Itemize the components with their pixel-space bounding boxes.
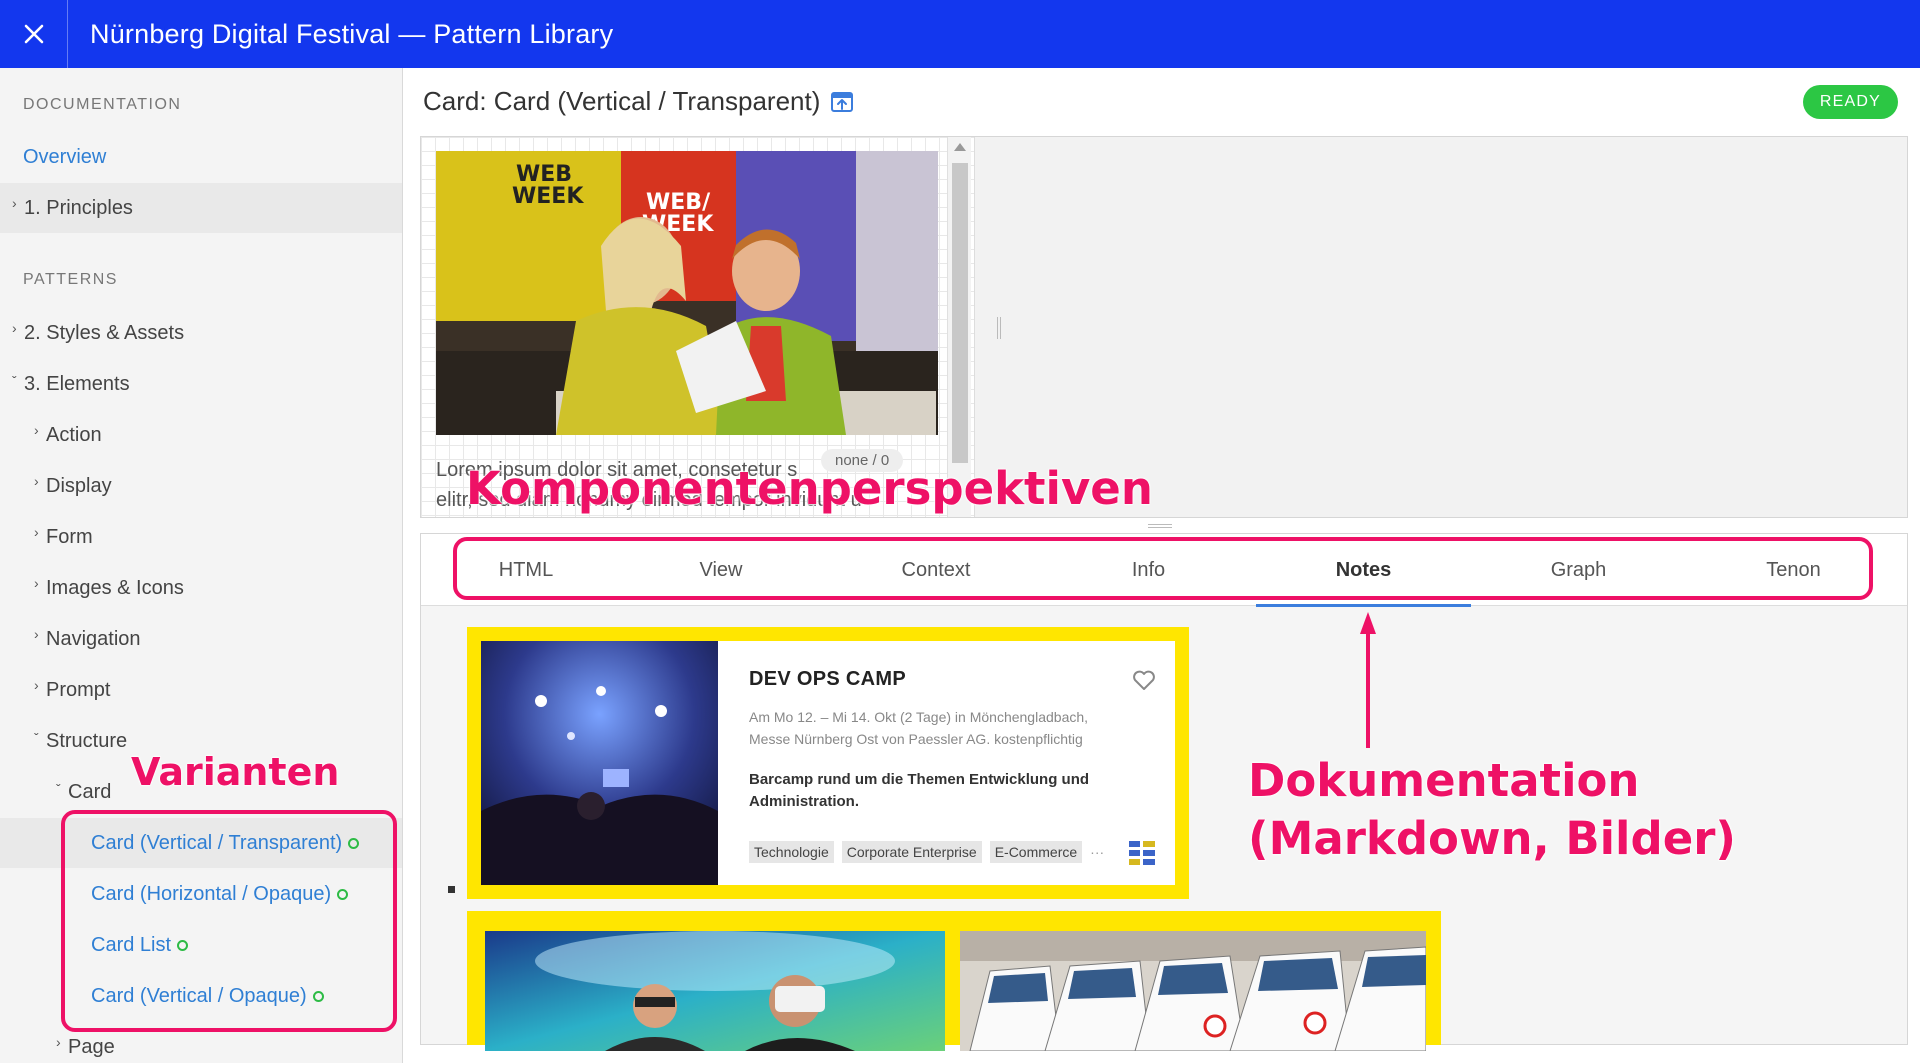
sidebar-item-navigation[interactable]: › Navigation bbox=[0, 614, 402, 664]
sidebar-item-images-icons[interactable]: › Images & Icons bbox=[0, 563, 402, 613]
vr-headset-photo bbox=[485, 931, 945, 1051]
tag[interactable]: E-Commerce bbox=[989, 841, 1083, 863]
status-badge: READY bbox=[1802, 85, 1898, 119]
chevron-down-icon: ˇ bbox=[56, 781, 61, 797]
notes-card-tags: Technologie Corporate Enterprise E-Comme… bbox=[749, 841, 1104, 863]
resize-handle-vertical[interactable] bbox=[997, 317, 1001, 339]
sidebar-item-principles[interactable]: › 1. Principles bbox=[0, 183, 402, 233]
chevron-down-icon: ˇ bbox=[12, 373, 17, 389]
chevron-right-icon: › bbox=[34, 473, 39, 489]
chevron-right-icon: › bbox=[34, 524, 39, 540]
close-icon bbox=[24, 24, 43, 44]
sidebar-item-label: Structure bbox=[46, 729, 128, 752]
scrollbar-thumb[interactable] bbox=[952, 163, 968, 463]
sidebar-item-label: Images & Icons bbox=[46, 576, 184, 599]
notes-card-horizontal: DEV OPS CAMP Am Mo 12. – Mi 14. Okt (2 T… bbox=[467, 627, 1189, 899]
chevron-right-icon: › bbox=[12, 320, 17, 336]
concert-photo bbox=[481, 641, 718, 885]
perspectives-annotation-label: Komponentenperspektiven bbox=[466, 462, 1154, 516]
sidebar-item-label: Navigation bbox=[46, 627, 141, 650]
category-grid-icon bbox=[1129, 841, 1155, 865]
variants-annotation-box bbox=[61, 810, 397, 1032]
documentation-heading: DOCUMENTATION bbox=[23, 96, 182, 113]
sidebar-item-label: Prompt bbox=[46, 678, 111, 701]
chevron-right-icon: › bbox=[56, 1034, 61, 1050]
sidebar-item-label: 2. Styles & Assets bbox=[24, 321, 185, 344]
app-title: Nürnberg Digital Festival — Pattern Libr… bbox=[90, 18, 614, 49]
sidebar-item-label: Page bbox=[68, 1035, 115, 1058]
chevron-right-icon: › bbox=[34, 575, 39, 591]
sidebar-item-label: Action bbox=[46, 423, 102, 446]
annotation-arrow-icon bbox=[1360, 612, 1376, 748]
top-bar: Nürnberg Digital Festival — Pattern Libr… bbox=[0, 0, 1920, 68]
chevron-right-icon: › bbox=[34, 677, 39, 693]
sidebar-item-label: Overview bbox=[23, 145, 107, 168]
open-in-new-window-icon[interactable] bbox=[830, 90, 854, 114]
notes-card-desc-line: Administration. bbox=[749, 793, 860, 810]
sidebar-item-label: 1. Principles bbox=[24, 196, 133, 219]
notes-card-desc-line: Barcamp rund um die Themen Entwicklung u… bbox=[749, 771, 1090, 788]
chevron-right-icon: › bbox=[12, 195, 17, 211]
sidebar-item-label: Display bbox=[46, 474, 112, 497]
documentation-annotation-line: Dokumentation bbox=[1248, 754, 1640, 808]
preview-frame: WEB WEEK WEB/ WEEK Lorem ipsum dolor sit… bbox=[421, 137, 975, 517]
svg-text:WEEK: WEEK bbox=[512, 184, 584, 209]
preview-image: WEB WEEK WEB/ WEEK bbox=[436, 151, 938, 435]
notes-card-inner: DEV OPS CAMP Am Mo 12. – Mi 14. Okt (2 T… bbox=[481, 641, 1175, 885]
resize-handle-horizontal[interactable] bbox=[1148, 524, 1172, 528]
sidebar-item-label: 3. Elements bbox=[24, 372, 130, 395]
notes-card-title: DEV OPS CAMP bbox=[749, 668, 906, 690]
documentation-annotation-line: (Markdown, Bilder) bbox=[1248, 812, 1737, 866]
sidebar-item-form[interactable]: › Form bbox=[0, 512, 402, 562]
preview-area: WEB WEEK WEB/ WEEK Lorem ipsum dolor sit… bbox=[420, 136, 1908, 518]
component-title-text: Card: Card (Vertical / Transparent) bbox=[423, 86, 821, 116]
scroll-up-arrow-icon[interactable] bbox=[954, 143, 966, 151]
sidebar-item-overview[interactable]: Overview bbox=[0, 132, 402, 182]
more-tags[interactable]: ··· bbox=[1090, 844, 1104, 860]
component-title: Card: Card (Vertical / Transparent) bbox=[423, 86, 854, 117]
perspectives-annotation-box bbox=[453, 537, 1873, 600]
variants-annotation-label: Varianten bbox=[130, 750, 340, 795]
tag[interactable]: Technologie bbox=[749, 841, 834, 863]
heart-icon[interactable] bbox=[1132, 669, 1156, 691]
close-button[interactable] bbox=[0, 0, 68, 68]
patterns-heading: PATTERNS bbox=[23, 271, 118, 288]
sidebar-item-elements[interactable]: ˇ 3. Elements bbox=[0, 359, 402, 409]
sidebar-item-display[interactable]: › Display bbox=[0, 461, 402, 511]
chevron-right-icon: › bbox=[34, 626, 39, 642]
list-bullet bbox=[448, 886, 455, 893]
sidebar-item-prompt[interactable]: › Prompt bbox=[0, 665, 402, 715]
tag[interactable]: Corporate Enterprise bbox=[841, 841, 982, 863]
documentation-annotation-label: Dokumentation (Markdown, Bilder) bbox=[1248, 752, 1737, 868]
sidebar-item-label: Form bbox=[46, 525, 93, 548]
electric-cars-photo bbox=[960, 931, 1426, 1051]
notes-card-description: Barcamp rund um die Themen Entwicklung u… bbox=[749, 769, 1089, 813]
sidebar-item-action[interactable]: › Action bbox=[0, 410, 402, 460]
chevron-down-icon: ˇ bbox=[34, 730, 39, 746]
notes-card-vertical-pair bbox=[467, 911, 1441, 1051]
workshop-photo: WEB WEEK WEB/ WEEK bbox=[436, 151, 938, 435]
notes-card-meta: Am Mo 12. – Mi 14. Okt (2 Tage) in Mönch… bbox=[749, 706, 1088, 750]
preview-scrollbar[interactable] bbox=[947, 137, 971, 517]
notes-card-meta-line: Messe Nürnberg Ost von Paessler AG. kost… bbox=[749, 731, 1083, 747]
sidebar-item-styles-assets[interactable]: › 2. Styles & Assets bbox=[0, 308, 402, 358]
sidebar-item-label: Card bbox=[68, 780, 112, 803]
notes-card-meta-line: Am Mo 12. – Mi 14. Okt (2 Tage) in Mönch… bbox=[749, 709, 1089, 725]
chevron-right-icon: › bbox=[34, 422, 39, 438]
